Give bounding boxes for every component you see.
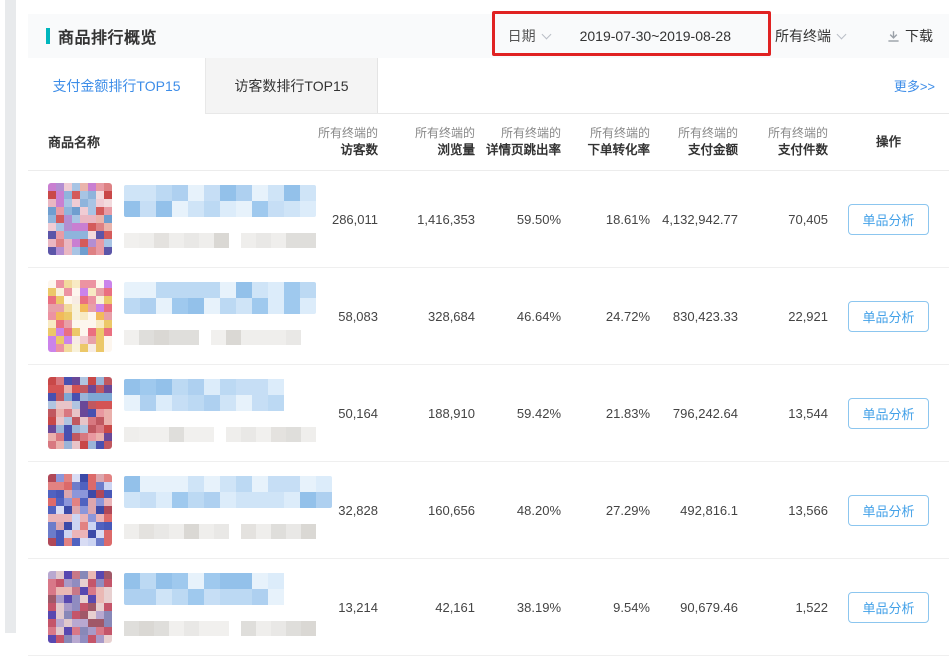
action-cell: 单品分析 bbox=[828, 301, 949, 332]
header-filters: 日期 2019-07-30~2019-08-28 所有终端 下载 bbox=[508, 26, 933, 46]
table-body: 286,011 1,416,353 59.50% 18.61% 4,132,94… bbox=[28, 171, 949, 656]
payment-units-value: 1,522 bbox=[738, 600, 828, 615]
payment-amount-value: 4,132,942.77 bbox=[650, 212, 738, 227]
table-row: 32,828 160,656 48.20% 27.29% 492,816.1 1… bbox=[28, 462, 949, 559]
pageviews-value: 1,416,353 bbox=[378, 212, 475, 227]
terminal-filter-label: 所有终端 bbox=[775, 26, 831, 46]
tab-bar-filler: 更多>> bbox=[378, 58, 949, 113]
payment-units-value: 22,921 bbox=[738, 309, 828, 324]
bounce-rate-value: 59.42% bbox=[475, 406, 561, 421]
product-image[interactable] bbox=[48, 377, 112, 449]
metric-column-headers: 所有终端的 访客数 所有终端的 浏览量 所有终端的 详情页跳出率 所有终端的 下… bbox=[288, 114, 828, 170]
payment-units-value: 13,566 bbox=[738, 503, 828, 518]
table-header-row: 商品名称 所有终端的 访客数 所有终端的 浏览量 所有终端的 详情页跳出率 所有… bbox=[28, 114, 949, 171]
table-row: 50,164 188,910 59.42% 21.83% 796,242.64 … bbox=[28, 365, 949, 462]
action-cell: 单品分析 bbox=[828, 204, 949, 235]
product-subtitle-redacted bbox=[124, 524, 332, 539]
pageviews-value: 42,161 bbox=[378, 600, 475, 615]
product-image[interactable] bbox=[48, 183, 112, 255]
product-subtitle-redacted bbox=[124, 233, 316, 248]
metric-column-header: 所有终端的 下单转化率 bbox=[561, 114, 650, 170]
product-cell bbox=[28, 462, 288, 559]
page-left-gutter bbox=[5, 0, 16, 633]
payment-amount-value: 830,423.33 bbox=[650, 309, 738, 324]
title-accent-bar bbox=[46, 28, 50, 44]
bounce-rate-value: 38.19% bbox=[475, 600, 561, 615]
pageviews-value: 328,684 bbox=[378, 309, 475, 324]
payment-amount-value: 90,679.46 bbox=[650, 600, 738, 615]
visitors-value: 13,214 bbox=[288, 600, 378, 615]
product-cell bbox=[28, 268, 288, 365]
single-item-analysis-button[interactable]: 单品分析 bbox=[848, 301, 928, 332]
conversion-rate-value: 18.61% bbox=[561, 212, 650, 227]
single-item-analysis-button[interactable]: 单品分析 bbox=[848, 495, 928, 526]
product-cell bbox=[28, 559, 288, 656]
metric-column-header: 所有终端的 浏览量 bbox=[378, 114, 475, 170]
tab-bar: 支付金额排行TOP15 访客数排行TOP15 更多>> bbox=[28, 58, 949, 114]
download-icon bbox=[887, 30, 900, 43]
metric-column-header: 所有终端的 访客数 bbox=[288, 114, 378, 170]
product-image[interactable] bbox=[48, 571, 112, 643]
chevron-down-icon bbox=[541, 30, 551, 40]
download-button[interactable]: 下载 bbox=[887, 26, 933, 46]
tab-payment-ranking[interactable]: 支付金额排行TOP15 bbox=[28, 58, 206, 114]
bounce-rate-value: 46.64% bbox=[475, 309, 561, 324]
product-ranking-panel: 商品排行概览 日期 2019-07-30~2019-08-28 所有终端 下载 bbox=[28, 14, 949, 633]
pageviews-value: 160,656 bbox=[378, 503, 475, 518]
date-filter-dropdown[interactable]: 日期 bbox=[508, 26, 550, 46]
tab-visitor-ranking[interactable]: 访客数排行TOP15 bbox=[206, 58, 378, 113]
column-header-action: 操作 bbox=[828, 114, 949, 170]
column-header-product-name: 商品名称 bbox=[28, 114, 288, 170]
conversion-rate-value: 21.83% bbox=[561, 406, 650, 421]
product-cell bbox=[28, 365, 288, 462]
pageviews-value: 188,910 bbox=[378, 406, 475, 421]
bounce-rate-value: 48.20% bbox=[475, 503, 561, 518]
conversion-rate-value: 9.54% bbox=[561, 600, 650, 615]
metric-column-header: 所有终端的 支付金额 bbox=[650, 114, 738, 170]
product-image[interactable] bbox=[48, 474, 112, 546]
conversion-rate-value: 24.72% bbox=[561, 309, 650, 324]
product-subtitle-redacted bbox=[124, 621, 316, 636]
panel-header: 商品排行概览 日期 2019-07-30~2019-08-28 所有终端 下载 bbox=[28, 14, 949, 58]
action-cell: 单品分析 bbox=[828, 495, 949, 526]
visitors-value: 32,828 bbox=[288, 503, 378, 518]
action-cell: 单品分析 bbox=[828, 398, 949, 429]
table-row: 13,214 42,161 38.19% 9.54% 90,679.46 1,5… bbox=[28, 559, 949, 656]
payment-amount-value: 796,242.64 bbox=[650, 406, 738, 421]
table-row: 58,083 328,684 46.64% 24.72% 830,423.33 … bbox=[28, 268, 949, 365]
date-filter-label: 日期 bbox=[508, 26, 536, 46]
bounce-rate-value: 59.50% bbox=[475, 212, 561, 227]
single-item-analysis-button[interactable]: 单品分析 bbox=[848, 592, 928, 623]
more-link[interactable]: 更多>> bbox=[894, 76, 935, 95]
metric-column-header: 所有终端的 支付件数 bbox=[738, 114, 828, 170]
table-row: 286,011 1,416,353 59.50% 18.61% 4,132,94… bbox=[28, 171, 949, 268]
product-subtitle-redacted bbox=[124, 330, 316, 345]
product-cell bbox=[28, 171, 288, 268]
visitors-value: 286,011 bbox=[288, 212, 378, 227]
terminal-filter-dropdown[interactable]: 所有终端 bbox=[775, 26, 845, 46]
payment-units-value: 70,405 bbox=[738, 212, 828, 227]
product-image[interactable] bbox=[48, 280, 112, 352]
chevron-down-icon bbox=[837, 30, 847, 40]
single-item-analysis-button[interactable]: 单品分析 bbox=[848, 398, 928, 429]
payment-amount-value: 492,816.1 bbox=[650, 503, 738, 518]
page-title: 商品排行概览 bbox=[58, 24, 157, 48]
payment-units-value: 13,544 bbox=[738, 406, 828, 421]
conversion-rate-value: 27.29% bbox=[561, 503, 650, 518]
date-range-value[interactable]: 2019-07-30~2019-08-28 bbox=[580, 28, 731, 44]
download-label: 下载 bbox=[905, 26, 933, 46]
single-item-analysis-button[interactable]: 单品分析 bbox=[848, 204, 928, 235]
action-cell: 单品分析 bbox=[828, 592, 949, 623]
visitors-value: 50,164 bbox=[288, 406, 378, 421]
visitors-value: 58,083 bbox=[288, 309, 378, 324]
product-subtitle-redacted bbox=[124, 427, 316, 442]
metric-column-header: 所有终端的 详情页跳出率 bbox=[475, 114, 561, 170]
